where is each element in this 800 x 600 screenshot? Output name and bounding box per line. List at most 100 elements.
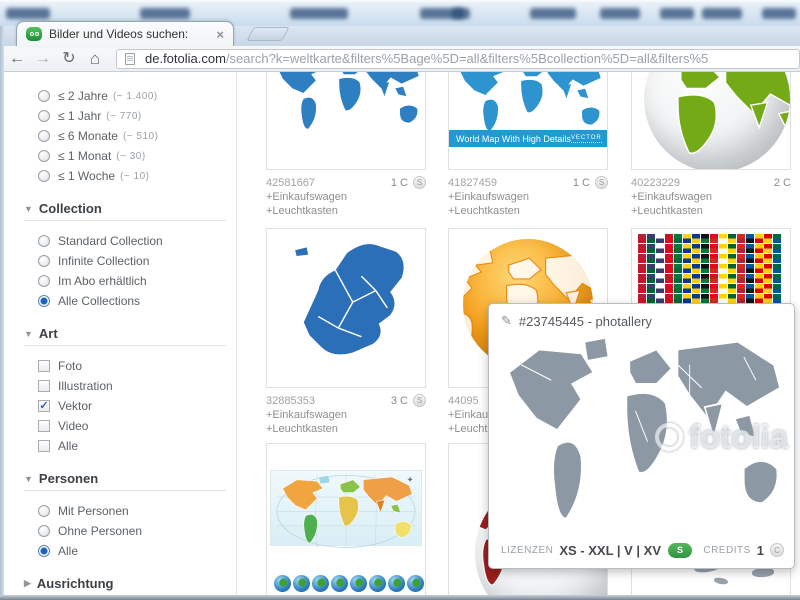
popup-header: ✎ #23745445 - photallery [489, 304, 794, 333]
add-to-cart-link[interactable]: +Einkaufswagen [631, 190, 791, 204]
filter-label: Alle [58, 439, 79, 453]
address-bar[interactable]: de.fotolia.com/search?k=weltkarte&filter… [116, 48, 800, 69]
filter-label: Mit Personen [58, 504, 129, 518]
filter-option[interactable]: Ohne Personen [38, 521, 226, 541]
radio-button[interactable] [38, 525, 50, 537]
result-thumbnail[interactable]: World Map With High Details VECTOR [448, 72, 608, 170]
camera-icon [655, 423, 684, 451]
result-credits: 2 C [773, 176, 791, 189]
filter-section-personen[interactable]: ▼ Personen [24, 471, 226, 486]
checkbox[interactable] [38, 360, 50, 372]
result-thumbnail[interactable]: ✦ [266, 443, 426, 595]
filter-option[interactable]: ✓ Vektor [38, 396, 226, 416]
result-id: 40223229 [631, 176, 680, 189]
add-to-cart-link[interactable]: +Einkaufswagen [448, 190, 608, 204]
radio-button[interactable] [38, 235, 50, 247]
filter-option[interactable]: Foto [38, 356, 226, 376]
filter-label: Video [58, 419, 89, 433]
blurred-ui-element [600, 8, 640, 19]
result-credits: 1 C [572, 176, 590, 189]
checkbox[interactable] [38, 380, 50, 392]
result-thumbnail[interactable] [266, 228, 426, 388]
filter-label: Alle Collections [58, 294, 141, 308]
pen-icon: ✎ [501, 313, 512, 328]
filter-option[interactable]: ≤ 2 Jahre (~ 1.400) [38, 86, 226, 106]
window-border-bottom [0, 595, 800, 600]
add-to-lightbox-link[interactable]: +Leuchtkasten [266, 422, 426, 436]
filter-option[interactable]: Illustration [38, 376, 226, 396]
checkbox[interactable] [38, 420, 50, 432]
filter-option[interactable]: Im Abo erhältlich [38, 271, 226, 291]
radio-button[interactable] [38, 110, 50, 122]
popup-footer: LIZENZEN XS - XXL | V | XV S CREDITS 1 C [501, 540, 784, 560]
blurred-ui-element [530, 8, 576, 19]
filter-label: Standard Collection [58, 234, 163, 248]
blurred-ui-element [140, 8, 190, 19]
radio-button[interactable] [38, 170, 50, 182]
filter-option[interactable]: Alle [38, 436, 226, 456]
url-path: /search?k=weltkarte&filters%5Bage%5D=all… [225, 50, 709, 66]
filter-label: ≤ 2 Jahre [58, 89, 108, 103]
filter-option[interactable]: Infinite Collection [38, 251, 226, 271]
filter-count: (~ 30) [116, 150, 146, 162]
filter-label: Ohne Personen [58, 524, 143, 538]
search-results-page: ≤ 2 Jahre (~ 1.400) ≤ 1 Jahr (~ 770) ≤ 6 Mon… [4, 72, 800, 595]
radio-button[interactable] [38, 255, 50, 267]
radio-button[interactable] [38, 505, 50, 517]
filter-option[interactable]: ≤ 1 Jahr (~ 770) [38, 106, 226, 126]
filter-label: Infinite Collection [58, 254, 150, 268]
radio-button[interactable] [38, 275, 50, 287]
result-thumbnail[interactable] [266, 72, 426, 170]
radio-button[interactable] [38, 150, 50, 162]
filter-section-collection[interactable]: ▼ Collection [24, 201, 226, 216]
radio-button[interactable] [38, 545, 50, 557]
radio-button[interactable] [38, 295, 50, 307]
filter-option[interactable]: ≤ 6 Monate (~ 510) [38, 126, 226, 146]
filter-option[interactable]: ≤ 1 Woche (~ 10) [38, 166, 226, 186]
filter-option[interactable]: Mit Personen [38, 501, 226, 521]
tab-close-icon[interactable]: × [216, 28, 224, 41]
browser-window: Bilder und Videos suchen: × ← → ↻ ⌂ de.f… [0, 0, 800, 600]
forward-button[interactable]: → [30, 47, 56, 71]
filter-section-ausrichtung[interactable]: ▶ Ausrichtung [24, 576, 226, 591]
filter-option[interactable]: ≤ 1 Monat (~ 30) [38, 146, 226, 166]
add-to-lightbox-link[interactable]: +Leuchtkasten [448, 204, 608, 218]
licenses-label: LIZENZEN [501, 544, 554, 556]
checkbox[interactable] [38, 440, 50, 452]
thumbnail-caption: World Map With High Details VECTOR [449, 130, 607, 147]
back-button[interactable]: ← [4, 47, 30, 71]
filter-label: Im Abo erhältlich [58, 274, 147, 288]
filter-option[interactable]: Standard Collection [38, 231, 226, 251]
radio-button[interactable] [38, 130, 50, 142]
browser-tab[interactable]: Bilder und Videos suchen: × [16, 21, 234, 46]
filter-option[interactable]: Alle Collections [38, 291, 226, 311]
radio-button[interactable] [38, 90, 50, 102]
filter-count: (~ 510) [122, 130, 159, 142]
filter-label: ≤ 1 Monat [58, 149, 112, 163]
blurred-ui-element [762, 8, 796, 19]
blurred-ui-element [6, 8, 50, 19]
add-to-lightbox-link[interactable]: +Leuchtkasten [266, 204, 426, 218]
add-to-cart-link[interactable]: +Einkaufswagen [266, 408, 426, 422]
result-id: 41827459 [448, 176, 497, 189]
result-meta: 40223229 2 C +Einkaufswagen +Leuchtkasten [631, 175, 791, 218]
reload-button[interactable]: ↻ [56, 47, 82, 71]
result-credits: 3 C [390, 394, 408, 407]
filter-option[interactable]: Video [38, 416, 226, 436]
home-button[interactable]: ⌂ [82, 47, 108, 71]
subscription-badge: S [668, 542, 693, 558]
new-tab-button[interactable] [246, 27, 290, 41]
add-to-cart-link[interactable]: +Einkaufswagen [266, 190, 426, 204]
triangle-down-icon: ▼ [24, 473, 33, 484]
result-thumbnail[interactable] [631, 72, 791, 170]
result-id: 44095 [448, 394, 479, 407]
filter-label: ≤ 1 Woche [58, 169, 116, 183]
filter-label: Alle [58, 544, 79, 558]
filter-option[interactable]: Alle [38, 541, 226, 561]
add-to-lightbox-link[interactable]: +Leuchtkasten [631, 204, 791, 218]
filter-section-art[interactable]: ▼ Art [24, 326, 226, 341]
divider [24, 345, 226, 346]
s-badge: S [413, 176, 426, 189]
result-credits: 1 C [390, 176, 408, 189]
checkbox[interactable]: ✓ [38, 400, 50, 412]
